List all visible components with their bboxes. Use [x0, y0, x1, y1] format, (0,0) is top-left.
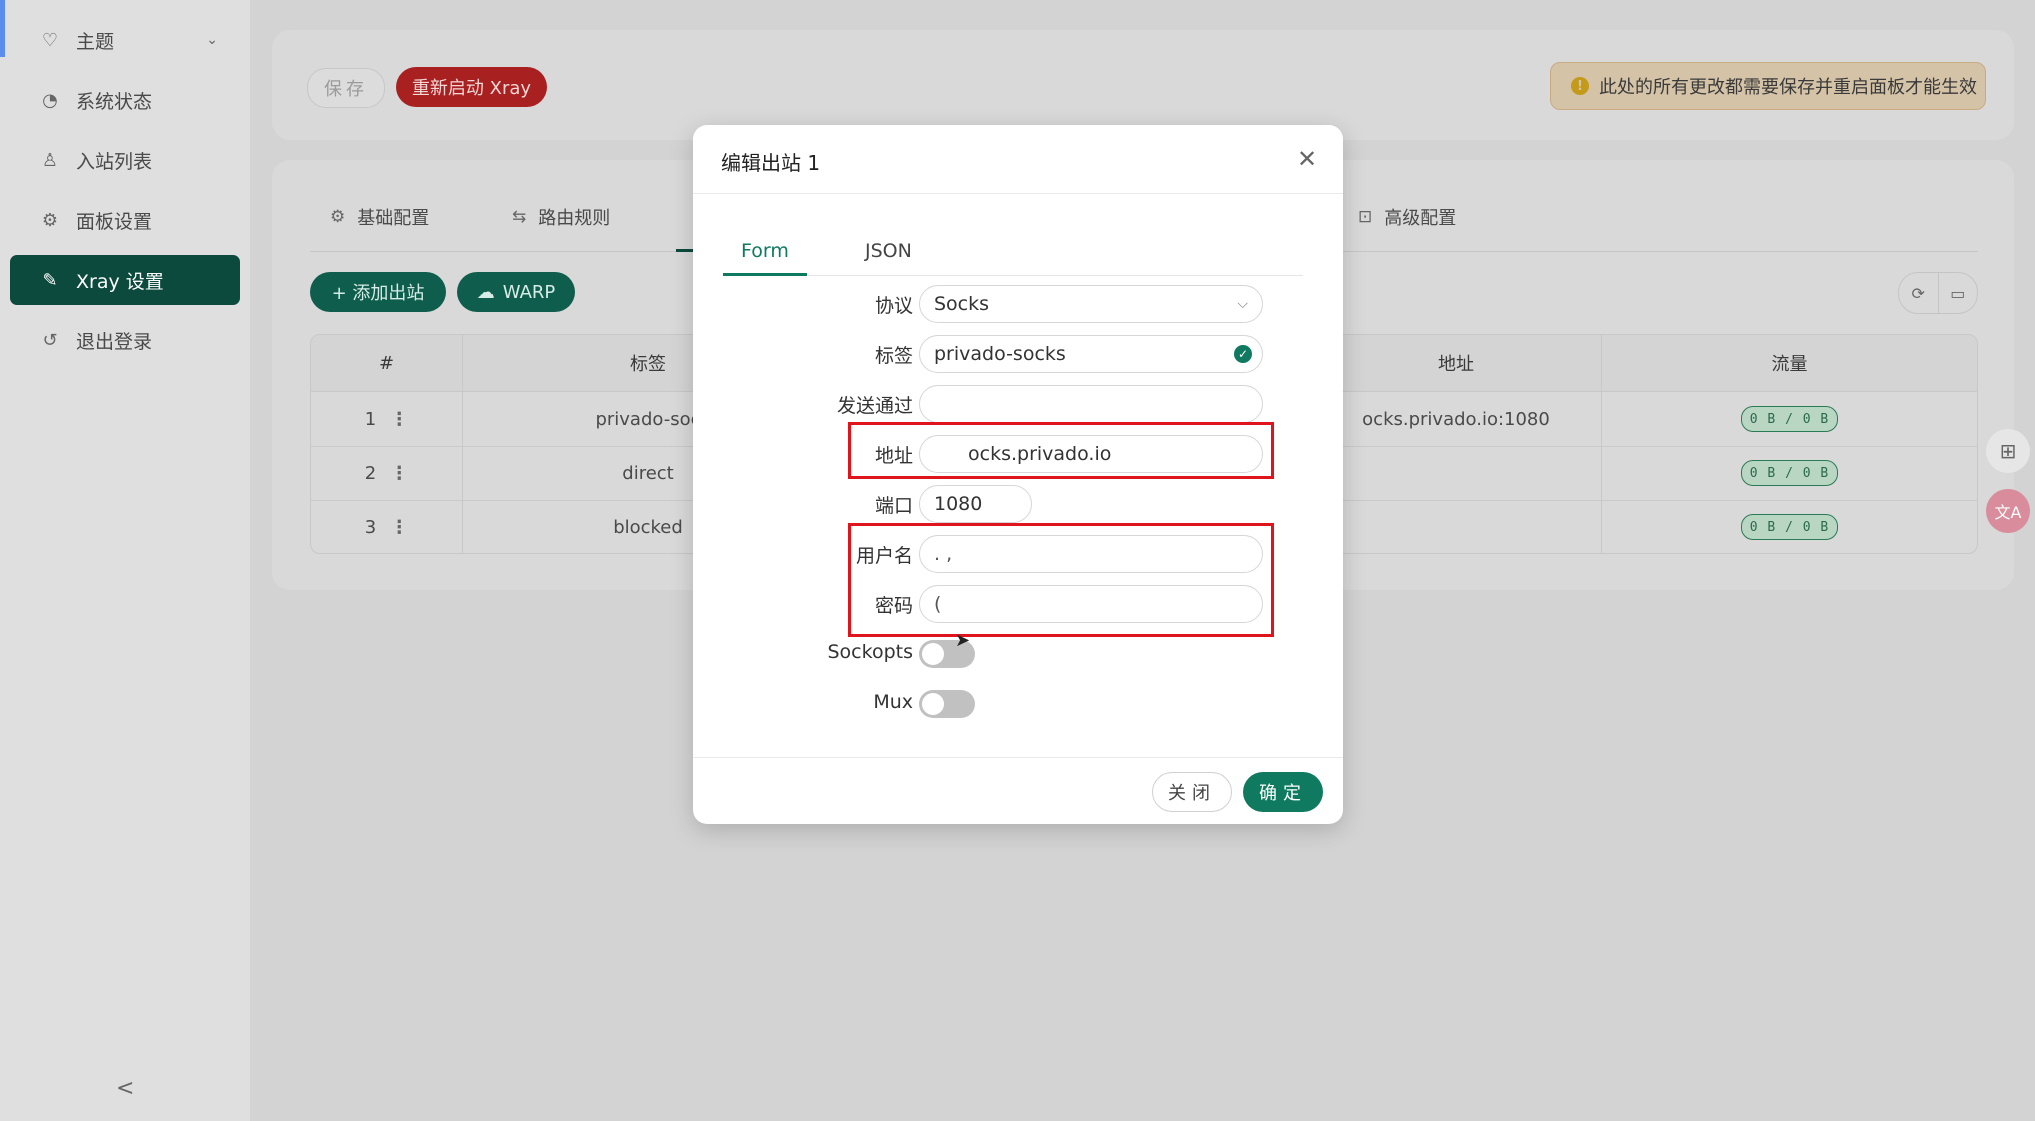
active-tab-indicator — [676, 249, 694, 252]
tab-routing-rules[interactable]: ⇆ 路由规则 — [512, 204, 610, 230]
row-traffic-cell: 0 B / 0 B — [1602, 446, 1977, 500]
traffic-badge: 0 B / 0 B — [1740, 406, 1839, 432]
tab-label: 基础配置 — [357, 208, 430, 229]
refresh-icon[interactable]: ⟳ — [1899, 273, 1938, 313]
highlight-box-address — [848, 422, 1274, 479]
sidebar-item-theme[interactable]: ♡ 主题 ⌄ — [10, 15, 240, 65]
tag-input[interactable]: privado-socks ✓ — [919, 335, 1263, 373]
tab-advanced-config[interactable]: ⊡ 高级配置 — [1358, 204, 1456, 230]
tab-json[interactable]: JSON — [865, 240, 912, 262]
gear-icon: ⚙ — [330, 207, 346, 227]
more-icon[interactable]: ⋮ — [390, 409, 408, 430]
row-address — [1311, 500, 1602, 553]
row-index-cell: 1 ⋮ — [311, 392, 463, 446]
chevron-down-icon: ⌵ — [1237, 296, 1248, 312]
modal-active-tab-indicator — [723, 273, 807, 276]
user-icon: ♙ — [41, 149, 59, 171]
sidebar-item-label: 系统状态 — [76, 90, 153, 113]
swap-icon: ⇆ — [512, 207, 527, 227]
edit-outbound-modal: 编辑出站 1 ✕ Form JSON 协议 Socks ⌵ 标签 privado… — [693, 125, 1343, 824]
apps-icon[interactable]: ⊞ — [1986, 429, 2030, 473]
tab-form[interactable]: Form — [741, 240, 789, 262]
more-icon[interactable]: ⋮ — [390, 517, 408, 538]
column-header-index: # — [311, 335, 463, 391]
tab-label: 高级配置 — [1384, 208, 1457, 229]
confirm-button[interactable]: 确定 — [1243, 772, 1323, 812]
traffic-badge: 0 B / 0 B — [1740, 460, 1839, 486]
row-index-cell: 3 ⋮ — [311, 500, 463, 553]
collapse-sidebar-icon[interactable]: < — [116, 1076, 134, 1101]
protocol-label: 协议 — [874, 295, 913, 317]
column-header-traffic: 流量 — [1771, 354, 1808, 375]
port-label: 端口 — [874, 495, 913, 517]
bulb-icon: ♡ — [41, 29, 59, 51]
close-icon[interactable]: ✕ — [1297, 145, 1317, 173]
row-traffic-cell: 0 B / 0 B — [1602, 500, 1977, 553]
send-through-label: 发送通过 — [836, 395, 913, 417]
row-address — [1311, 446, 1602, 500]
row-index: 3 — [364, 516, 377, 538]
sidebar-item-panel-settings[interactable]: ⚙ 面板设置 — [10, 195, 240, 245]
toggle-knob — [922, 643, 944, 665]
row-address: ocks.privado.io:1080 — [1311, 392, 1602, 446]
translate-icon[interactable]: 文A — [1986, 489, 2030, 533]
sidebar-item-label: 退出登录 — [76, 330, 153, 353]
mux-label: Mux — [873, 691, 913, 713]
warning-alert: ! 此处的所有更改都需要保存并重启面板才能生效 — [1550, 62, 1986, 110]
cloud-icon: ☁ — [476, 281, 495, 303]
check-circle-icon: ✓ — [1234, 345, 1252, 363]
warning-icon: ! — [1571, 77, 1589, 95]
protocol-value: Socks — [934, 293, 990, 315]
save-button[interactable]: 保存 — [307, 68, 385, 108]
modal-header-divider — [693, 193, 1343, 194]
mouse-cursor-icon: ➤ — [955, 630, 971, 651]
highlight-box-credentials — [848, 523, 1274, 637]
send-through-input[interactable] — [919, 385, 1263, 423]
sidebar: ♡ 主题 ⌄ ◔ 系统状态 ♙ 入站列表 ⚙ 面板设置 ✎ Xray 设置 ↺ … — [0, 0, 250, 1121]
mux-toggle[interactable] — [919, 690, 975, 718]
warp-button[interactable]: ☁ WARP — [457, 272, 575, 312]
warning-text: 此处的所有更改都需要保存并重启面板才能生效 — [1599, 77, 1977, 98]
sidebar-item-label: 面板设置 — [76, 210, 153, 233]
tag-label: 标签 — [874, 345, 913, 367]
row-index: 2 — [364, 462, 377, 484]
sidebar-item-system-status[interactable]: ◔ 系统状态 — [10, 75, 240, 125]
more-icon[interactable]: ⋮ — [390, 463, 408, 484]
toggle-knob — [922, 693, 944, 715]
collapse-icon[interactable]: ▭ — [1937, 273, 1978, 313]
gear-icon: ⚙ — [41, 209, 59, 231]
tag-value: privado-socks — [934, 343, 1066, 365]
code-icon: ⊡ — [1358, 207, 1373, 227]
traffic-badge: 0 B / 0 B — [1740, 514, 1839, 540]
sidebar-accent — [0, 0, 5, 57]
column-header-address: 地址 — [1311, 335, 1602, 391]
tool-icon: ✎ — [42, 269, 58, 291]
add-outbound-button[interactable]: + 添加出站 — [310, 272, 446, 312]
logout-icon: ↺ — [42, 329, 58, 351]
modal-tabs-divider — [723, 275, 1303, 276]
sidebar-item-logout[interactable]: ↺ 退出登录 — [10, 315, 240, 365]
dashboard-icon: ◔ — [42, 89, 58, 111]
chevron-down-icon: ⌄ — [206, 32, 218, 48]
row-index-cell: 2 ⋮ — [311, 446, 463, 500]
sidebar-item-label: 主题 — [76, 30, 115, 53]
sidebar-item-label: Xray 设置 — [76, 270, 164, 293]
warp-label: WARP — [502, 281, 556, 303]
tab-label: 路由规则 — [538, 208, 611, 229]
protocol-select[interactable]: Socks ⌵ — [919, 285, 1263, 323]
port-input[interactable]: 1080 — [919, 485, 1032, 523]
sockopts-label: Sockopts — [827, 641, 914, 663]
modal-title: 编辑出站 1 — [721, 151, 821, 175]
row-traffic-cell: 0 B / 0 B — [1602, 392, 1977, 446]
sidebar-item-label: 入站列表 — [76, 150, 153, 173]
sidebar-item-xray-settings[interactable]: ✎ Xray 设置 — [10, 255, 240, 305]
row-index: 1 — [364, 408, 377, 430]
table-actions: ⟳ ▭ — [1898, 272, 1978, 314]
tab-basic-config[interactable]: ⚙ 基础配置 — [330, 204, 429, 230]
close-button[interactable]: 关闭 — [1152, 772, 1232, 812]
sidebar-item-inbounds[interactable]: ♙ 入站列表 — [10, 135, 240, 185]
modal-footer-divider — [693, 757, 1343, 758]
restart-xray-button[interactable]: 重新启动 Xray — [396, 67, 547, 107]
